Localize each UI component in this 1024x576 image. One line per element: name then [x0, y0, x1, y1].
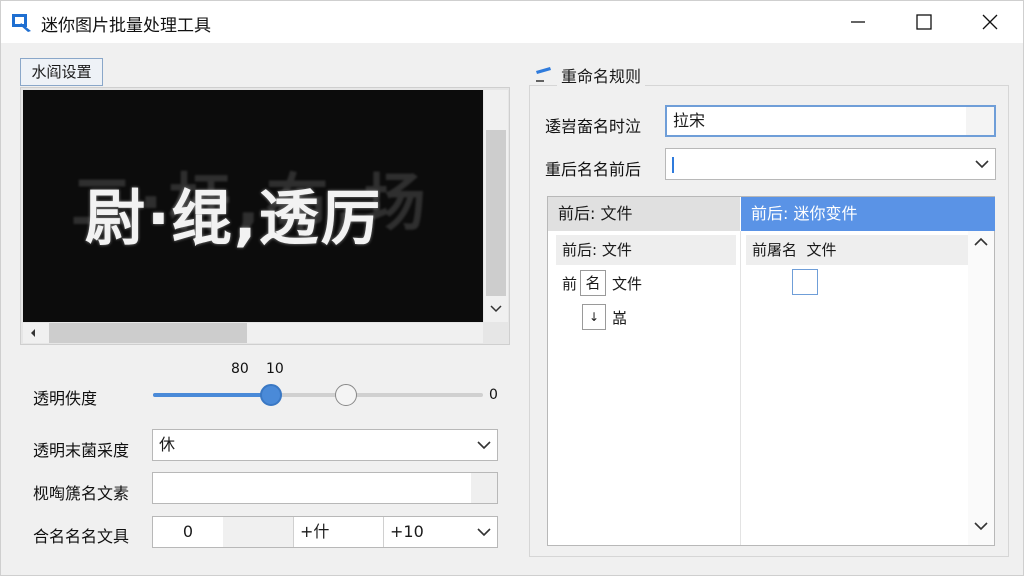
text-label: 枧啕篪名文素	[33, 484, 130, 503]
slider-value-a: 80	[231, 361, 249, 377]
suffix-label: 重后名名前后	[545, 160, 642, 179]
column-divider	[740, 231, 741, 545]
maximize-icon	[916, 14, 932, 30]
range-spacer	[223, 517, 293, 547]
preview-image: 二·杆,布,场 尉·绲,透厉	[23, 90, 483, 322]
prefix-label: 逶岧奤名时泣	[545, 117, 642, 136]
mode-select[interactable]: 休	[152, 429, 498, 461]
slider-end-value: 0	[489, 387, 498, 403]
rename-rules-title: 重命名规则	[557, 63, 646, 87]
range-label: 合名名名文具	[33, 527, 130, 546]
slider-fill	[153, 393, 272, 397]
mode-label: 透明末菌采度	[33, 441, 130, 460]
minimize-button[interactable]	[825, 1, 891, 43]
maximize-button[interactable]	[891, 1, 957, 43]
watermark-preview: 二·杆,布,场 尉·绲,透厉	[20, 87, 510, 345]
text-caret	[672, 156, 674, 173]
chevron-down-icon	[490, 305, 502, 313]
prefix-value: 拉宋	[673, 111, 706, 130]
text-input[interactable]	[152, 472, 498, 504]
list-item-text: 文件	[612, 275, 643, 293]
range-step-label[interactable]: +什	[293, 517, 383, 547]
opacity-slider[interactable]	[153, 393, 483, 397]
app-icon	[11, 11, 33, 33]
opacity-label: 透明佚度	[33, 389, 98, 408]
chevron-down-icon[interactable]	[969, 149, 995, 179]
expand-toggle-icon[interactable]: ↓	[582, 304, 606, 330]
column-header-renamed[interactable]: 前后: 迷你变件	[741, 197, 995, 231]
chevron-down-icon	[974, 522, 988, 531]
title-bar: 迷你图片批量处理工具	[1, 1, 1023, 43]
input-side-panel	[966, 107, 994, 135]
group-edit-icon	[534, 65, 554, 87]
minimize-icon	[851, 21, 865, 23]
list-item-text: 前后: 文件	[562, 241, 632, 259]
list-item-text: 嵓	[612, 309, 628, 327]
slider-value-b: 10	[266, 361, 284, 377]
checkbox[interactable]: 名	[580, 270, 606, 296]
chevron-up-icon	[974, 237, 988, 246]
preview-horizontal-scrollbar[interactable]	[23, 323, 483, 343]
range-control[interactable]: 0 +什 +10	[152, 516, 498, 548]
input-side-panel	[471, 473, 497, 503]
list-item-prefix: 前	[562, 275, 578, 293]
app-window: 迷你图片批量处理工具 水阎设置 二·杆,布,场 尉·绲,透厉 80 10 透明佚…	[0, 0, 1024, 576]
watermark-settings-tab[interactable]: 水阎设置	[20, 58, 103, 86]
close-button[interactable]	[957, 1, 1023, 43]
slider-handle-secondary[interactable]	[335, 384, 357, 406]
list-vertical-scrollbar[interactable]	[968, 231, 994, 545]
scroll-thumb[interactable]	[49, 323, 247, 343]
chevron-down-icon[interactable]	[471, 517, 497, 547]
list-item-text: 前屠名 文件	[752, 241, 837, 259]
file-preview-list[interactable]: 前后: 文件 前后: 迷你变件 前后: 文件 前 名 文件 ↓ 嵓 前屠名 文件	[547, 196, 995, 546]
chevron-down-icon[interactable]	[471, 430, 497, 460]
column-header-original[interactable]: 前后: 文件	[548, 197, 740, 231]
scroll-thumb[interactable]	[486, 130, 506, 296]
list-item[interactable]: 前屠名 文件	[746, 235, 968, 265]
window-title: 迷你图片批量处理工具	[41, 16, 211, 36]
prefix-input[interactable]: 拉宋	[665, 105, 996, 137]
preview-vertical-scrollbar[interactable]	[484, 90, 508, 322]
suffix-select[interactable]	[665, 148, 996, 180]
range-step-value[interactable]: +10	[383, 517, 473, 547]
range-start[interactable]: 0	[153, 517, 223, 547]
close-icon	[982, 14, 998, 30]
list-item[interactable]: 前后: 文件	[556, 235, 736, 265]
checkbox[interactable]	[792, 269, 818, 295]
slider-handle-primary[interactable]	[260, 384, 282, 406]
mode-value: 休	[159, 435, 176, 454]
preview-watermark-text: 尉·绲,透厉	[85, 184, 383, 254]
chevron-left-icon	[31, 329, 35, 337]
